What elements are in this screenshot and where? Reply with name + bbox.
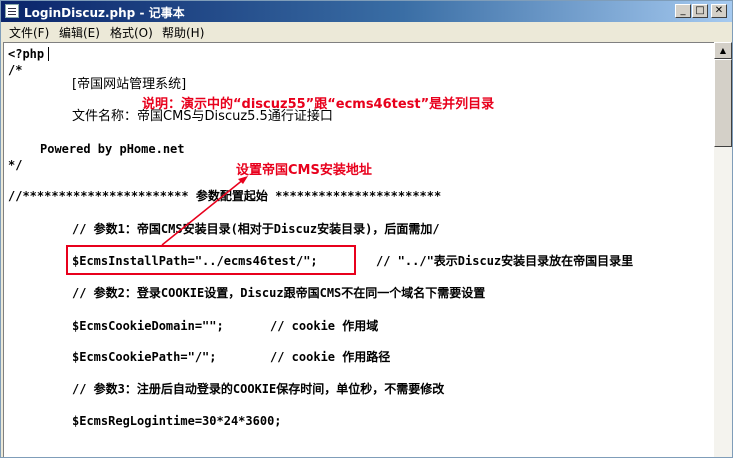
menu-edit[interactable]: 编辑(E) — [59, 24, 100, 41]
code-line: [帝国网站管理系统] — [72, 77, 187, 92]
code-line: // 参数3：注册后自动登录的COOKIE保存时间，单位秒，不需要修改 — [72, 382, 445, 396]
scroll-thumb[interactable] — [714, 59, 732, 147]
annotation-note: 说明：演示中的“discuz55”跟“ecms46test”是并列目录 — [142, 97, 495, 112]
code-line: 文件名称：帝国CMS与Discuz5.5通行证接口 — [72, 109, 333, 124]
scroll-up-icon: ▲ — [719, 46, 727, 55]
maximize-icon: □ — [695, 5, 705, 16]
text-cursor — [48, 47, 49, 61]
notepad-icon — [5, 4, 19, 18]
maximize-button[interactable]: □ — [692, 4, 708, 18]
code-line: /* — [8, 63, 23, 77]
close-icon: ✕ — [714, 5, 724, 16]
menu-file[interactable]: 文件(F) — [9, 24, 49, 41]
code-line: <?php — [8, 47, 45, 61]
menu-format[interactable]: 格式(O) — [110, 24, 153, 41]
minimize-button[interactable]: _ — [675, 4, 691, 18]
scroll-up-button[interactable]: ▲ — [714, 42, 732, 59]
code-line: */ — [8, 158, 23, 172]
code-line: // cookie 作用域 — [270, 319, 379, 333]
code-line: Powered by pHome.net — [40, 142, 185, 156]
minimize-icon: _ — [680, 5, 686, 16]
code-line: // cookie 作用路径 — [270, 350, 391, 364]
window-title: LoginDiscuz.php - 记事本 — [24, 6, 185, 20]
title-bar[interactable]: LoginDiscuz.php - 记事本 _ □ ✕ — [1, 1, 732, 22]
code-line: $EcmsRegLogintime=30*24*3600; — [72, 414, 282, 428]
notepad-window: LoginDiscuz.php - 记事本 _ □ ✕ 文件(F) 编辑(E) … — [0, 0, 733, 458]
code-line: // 参数2：登录COOKIE设置，Discuz跟帝国CMS不在同一个域名下需要… — [72, 286, 486, 300]
text-editor[interactable]: <?php /* [帝国网站管理系统] 文件名称：帝国CMS与Discuz5.5… — [3, 42, 714, 457]
code-line: $EcmsCookiePath="/"; — [72, 350, 217, 364]
code-line: //*********************** 参数配置起始 *******… — [8, 189, 442, 203]
code-line: $EcmsCookieDomain=""; — [72, 319, 224, 333]
vertical-scrollbar[interactable]: ▲ — [714, 42, 732, 457]
menu-bar: 文件(F) 编辑(E) 格式(O) 帮助(H) — [1, 22, 732, 41]
highlight-box — [66, 245, 356, 275]
close-button[interactable]: ✕ — [711, 4, 727, 18]
menu-help[interactable]: 帮助(H) — [162, 24, 204, 41]
code-line: // 参数1：帝国CMS安装目录(相对于Discuz安装目录)，后面需加/ — [72, 222, 440, 236]
code-line: // "../"表示Discuz安装目录放在帝国目录里 — [376, 254, 634, 268]
annotation-label: 设置帝国CMS安装地址 — [236, 163, 372, 178]
